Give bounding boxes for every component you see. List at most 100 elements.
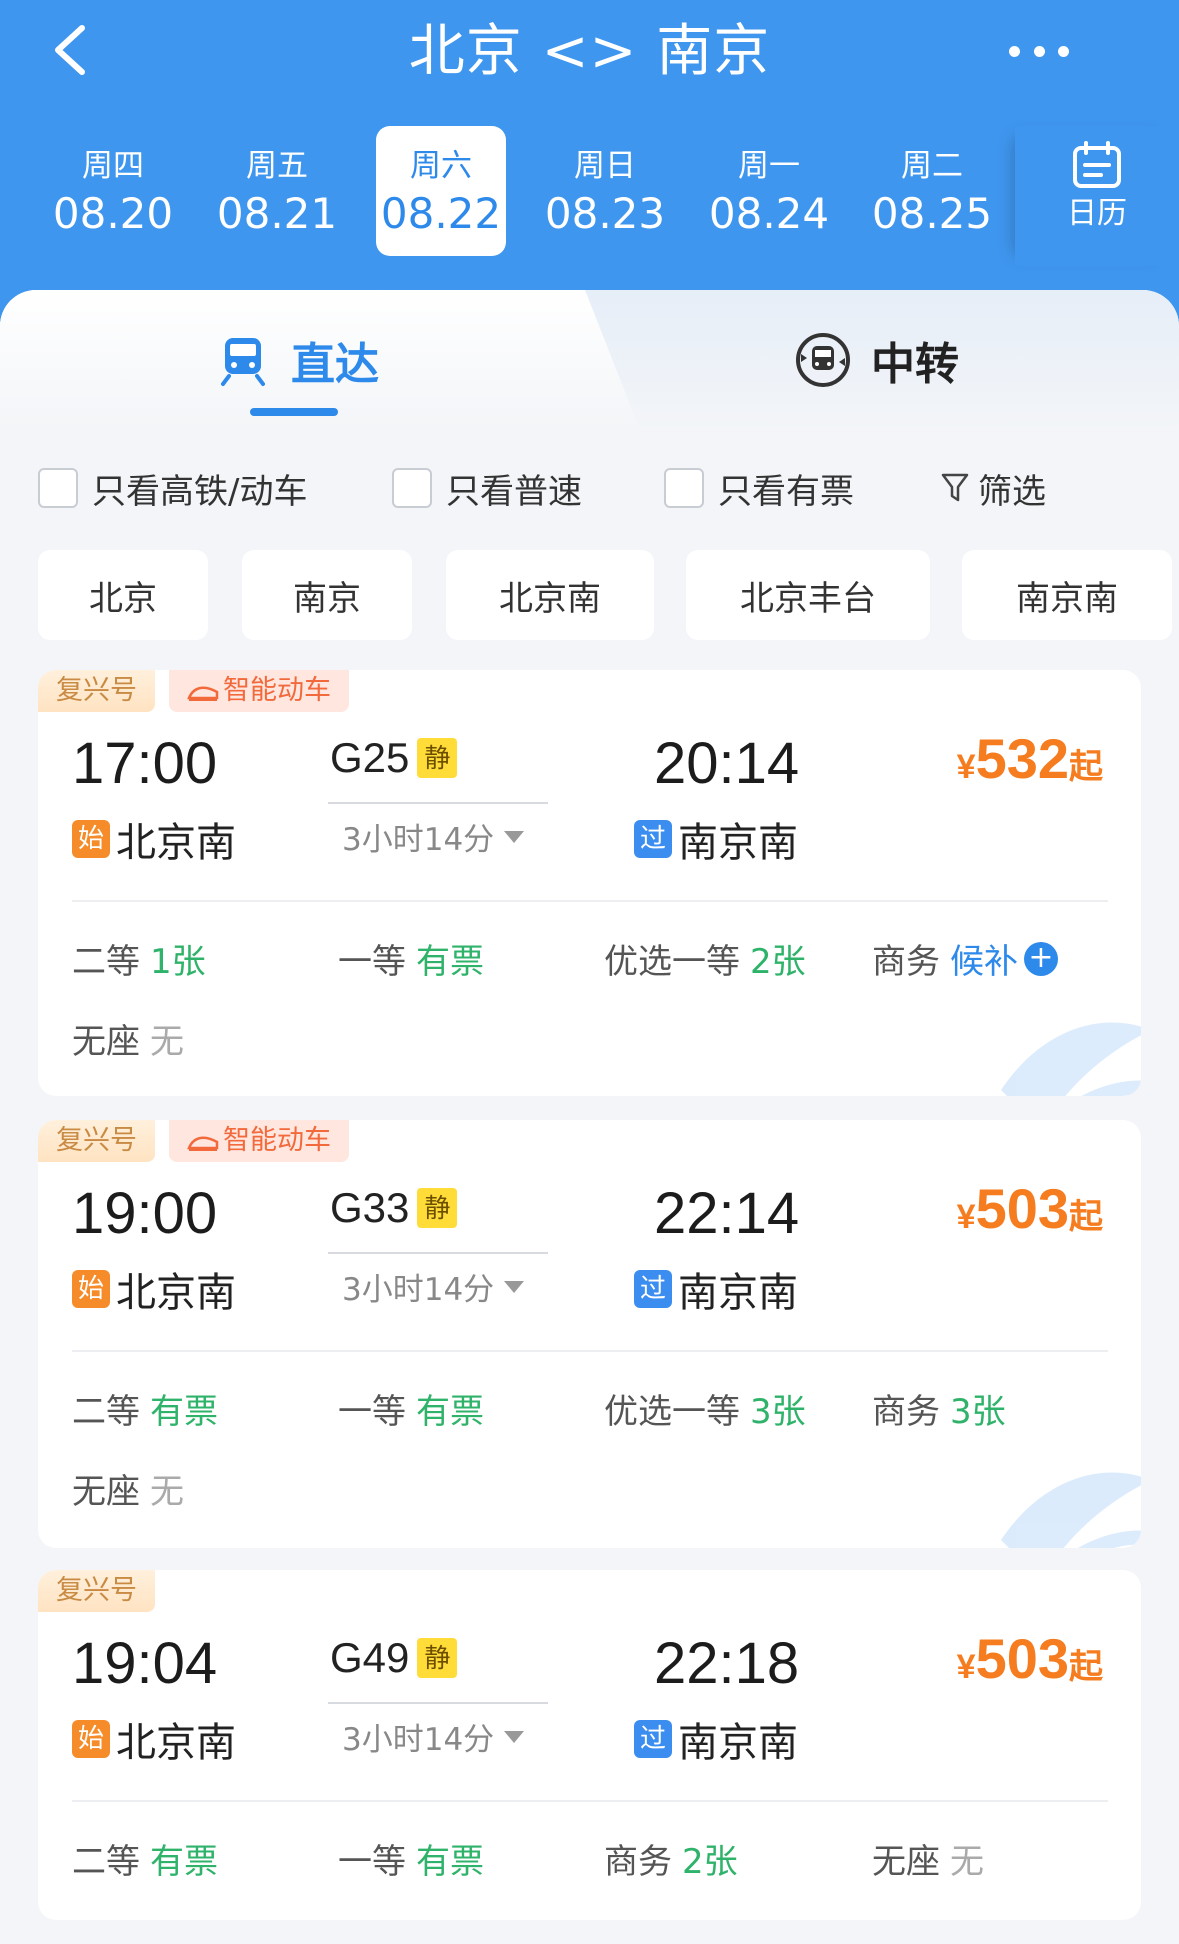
date-item[interactable]: 周四 08.20 xyxy=(48,126,178,256)
seat-second-class: 二等 有票 xyxy=(72,1384,218,1433)
decorative-wave-icon xyxy=(1001,1022,1141,1096)
seat-standing: 无座 无 xyxy=(72,1464,184,1513)
date-value: 08.25 xyxy=(871,189,993,238)
station-chip[interactable]: 北京丰台 xyxy=(686,550,930,640)
fuxing-badge: 复兴号 xyxy=(38,1570,155,1612)
seat-availability: 无 xyxy=(150,1022,184,1062)
date-strip: 周四 08.20 周五 08.21 周六 08.22 周日 08.23 周一 0… xyxy=(0,120,1010,260)
date-weekday: 周四 xyxy=(82,148,144,184)
train-number-text: G49 xyxy=(330,1634,410,1681)
currency-symbol: ¥ xyxy=(956,748,976,786)
arrival-station: 过 南京南 xyxy=(634,1260,798,1318)
filter-normal-speed[interactable]: 只看普速 xyxy=(392,458,582,518)
train-card[interactable]: 复兴号 智能动车 19:00 G33 静 3小时14分 22:14 ¥ 503 … xyxy=(38,1120,1141,1548)
station-name: 北京南 xyxy=(116,1720,236,1766)
seat-first-class: 一等 有票 xyxy=(338,934,484,983)
station-chip[interactable]: 北京南 xyxy=(446,550,654,640)
tab-active-indicator xyxy=(250,408,338,416)
departure-station: 始 北京南 xyxy=(72,810,236,868)
seat-premium-first: 优选一等 2张 xyxy=(604,934,806,983)
date-weekday: 周六 xyxy=(410,148,472,184)
seat-business: 商务 3张 xyxy=(872,1384,1006,1433)
price: ¥ 532 起 xyxy=(957,726,1103,791)
bullet-train-icon xyxy=(187,686,219,701)
seat-name: 二等 xyxy=(72,1842,140,1882)
seat-name: 无座 xyxy=(72,1472,140,1512)
station-name: 北京南 xyxy=(116,1270,236,1316)
duration[interactable]: 3小时14分 xyxy=(342,1264,525,1309)
seat-name: 一等 xyxy=(338,942,406,982)
checkbox[interactable] xyxy=(664,468,704,508)
plus-circle-icon[interactable]: + xyxy=(1024,941,1058,976)
date-item-selected[interactable]: 周六 08.22 xyxy=(376,126,506,256)
tab-direct[interactable]: 直达 xyxy=(215,330,379,390)
filter-row: 只看高铁/动车 只看普速 只看有票 筛选 xyxy=(0,458,1179,518)
tab-transfer[interactable]: 中转 xyxy=(795,330,959,390)
seat-first-class: 一等 有票 xyxy=(338,1834,484,1883)
price-suffix: 起 xyxy=(1069,1198,1103,1236)
more-icon[interactable] xyxy=(1009,36,1069,66)
seat-name: 一等 xyxy=(338,1842,406,1882)
station-name: 南京南 xyxy=(678,820,798,866)
date-value: 08.21 xyxy=(216,189,338,238)
date-item[interactable]: 周五 08.21 xyxy=(212,126,342,256)
smart-emu-badge: 智能动车 xyxy=(169,1120,349,1162)
seat-availability: 3张 xyxy=(950,1392,1006,1432)
seat-name: 优选一等 xyxy=(604,942,740,982)
seat-waitlist: 候补 xyxy=(950,942,1018,982)
seat-name: 商务 xyxy=(604,1842,672,1882)
fuxing-badge: 复兴号 xyxy=(38,670,155,712)
date-item[interactable]: 周日 08.23 xyxy=(540,126,670,256)
transfer-train-icon xyxy=(796,333,850,387)
seat-first-class: 一等 有票 xyxy=(338,1384,484,1433)
duration[interactable]: 3小时14分 xyxy=(342,814,525,859)
divider xyxy=(72,900,1108,902)
checkbox[interactable] xyxy=(392,468,432,508)
date-weekday: 周日 xyxy=(574,148,636,184)
duration[interactable]: 3小时14分 xyxy=(342,1714,525,1759)
train-badges: 复兴号 xyxy=(38,1570,169,1612)
price-suffix: 起 xyxy=(1069,1648,1103,1686)
tab-direct-label: 直达 xyxy=(291,339,379,390)
station-chips: 北京 南京 北京南 北京丰台 南京南 xyxy=(38,550,1179,640)
date-weekday: 周一 xyxy=(738,148,800,184)
seat-name: 无座 xyxy=(872,1842,940,1882)
price: ¥ 503 起 xyxy=(957,1176,1103,1241)
price: ¥ 503 起 xyxy=(957,1626,1103,1691)
seat-second-class: 二等 有票 xyxy=(72,1834,218,1883)
filter-label: 只看普速 xyxy=(446,471,582,512)
seat-availability: 有票 xyxy=(416,1842,484,1882)
train-badges: 复兴号 智能动车 xyxy=(38,670,363,712)
seat-availability: 有票 xyxy=(150,1842,218,1882)
calendar-button[interactable]: 日历 xyxy=(1015,126,1179,266)
date-value: 08.24 xyxy=(708,189,830,238)
station-chip[interactable]: 南京 xyxy=(242,550,412,640)
train-badges: 复兴号 智能动车 xyxy=(38,1120,363,1162)
seat-standing: 无座 无 xyxy=(72,1014,184,1063)
seat-business[interactable]: 商务 候补 + xyxy=(872,934,1058,983)
price-amount: 503 xyxy=(975,1627,1069,1690)
seat-name: 商务 xyxy=(872,1392,940,1432)
seat-availability: 3张 xyxy=(750,1392,806,1432)
filter-available-only[interactable]: 只看有票 xyxy=(664,458,854,518)
station-chip[interactable]: 南京南 xyxy=(962,550,1172,640)
station-chip[interactable]: 北京 xyxy=(38,550,208,640)
seat-availability: 无 xyxy=(950,1842,984,1882)
station-name: 北京南 xyxy=(116,820,236,866)
date-item[interactable]: 周一 08.24 xyxy=(704,126,834,256)
train-card[interactable]: 复兴号 19:04 G49 静 3小时14分 22:18 ¥ 503 起 始 北… xyxy=(38,1570,1141,1920)
date-value: 08.22 xyxy=(380,189,502,238)
date-item[interactable]: 周二 08.25 xyxy=(867,126,997,256)
seat-availability: 有票 xyxy=(150,1392,218,1432)
caret-down-icon xyxy=(504,830,525,843)
page-title: 北京 <> 南京 xyxy=(408,19,771,84)
train-card[interactable]: 复兴号 智能动车 17:00 G25 静 3小时14分 20:14 ¥ 532 … xyxy=(38,670,1141,1096)
train-number: G49 静 xyxy=(330,1634,458,1682)
arrival-station: 过 南京南 xyxy=(634,810,798,868)
filter-screen-button[interactable]: 筛选 xyxy=(940,458,1046,518)
filter-high-speed[interactable]: 只看高铁/动车 xyxy=(38,458,307,518)
divider xyxy=(72,1800,1108,1802)
divider xyxy=(72,1350,1108,1352)
checkbox[interactable] xyxy=(38,468,78,508)
date-value: 08.20 xyxy=(52,189,174,238)
